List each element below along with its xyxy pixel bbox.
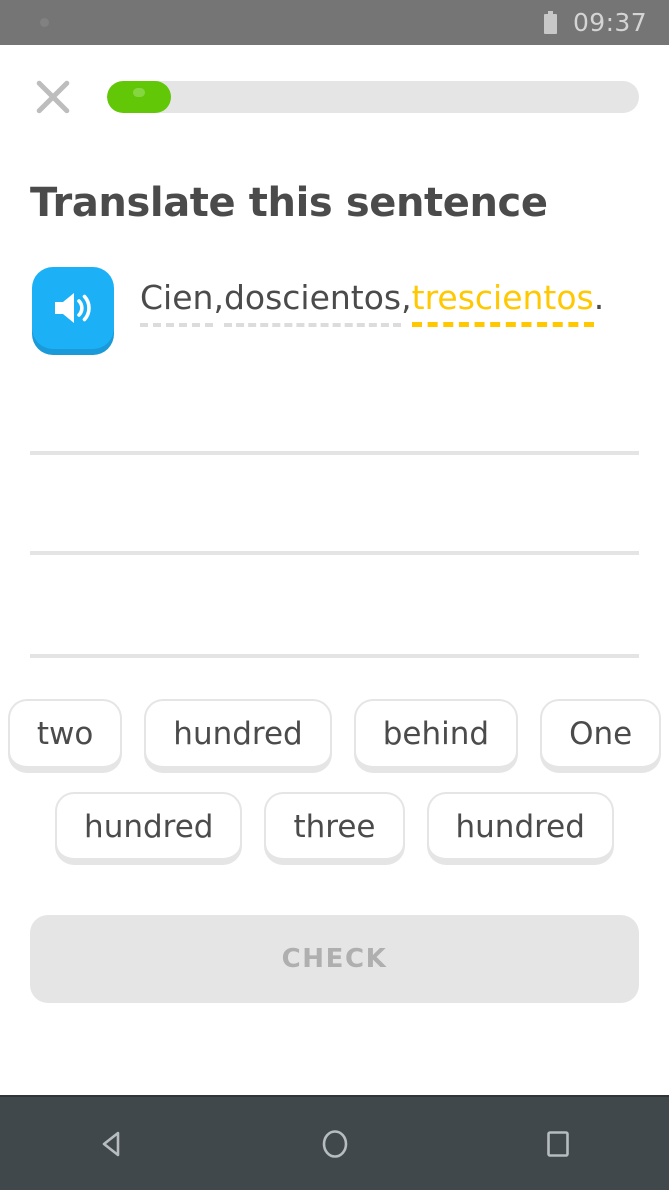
- word-tile[interactable]: behind: [353, 699, 519, 771]
- sentence-word[interactable]: doscientos: [223, 278, 402, 327]
- word-bank-row: hundred three hundred: [24, 791, 645, 864]
- answer-area[interactable]: [0, 451, 669, 658]
- nav-home-button[interactable]: [280, 1096, 390, 1191]
- word-tile[interactable]: hundred: [55, 791, 243, 864]
- sentence-row: Cien, doscientos, trescientos.: [32, 264, 669, 349]
- word-tile[interactable]: One: [540, 699, 662, 771]
- nav-back-button[interactable]: [57, 1096, 167, 1191]
- word-tile[interactable]: hundred: [426, 791, 614, 864]
- status-bar-clock: 09:37: [572, 8, 647, 37]
- word-tile[interactable]: three: [264, 791, 405, 864]
- lesson-progress-fill: [107, 80, 171, 113]
- recents-square-icon: [546, 1130, 569, 1157]
- word-bank: two hundred behind One hundred three hundred: [0, 699, 669, 864]
- page-title: Translate this sentence: [30, 180, 548, 226]
- answer-line[interactable]: [30, 654, 639, 658]
- answer-line[interactable]: [30, 451, 639, 455]
- nav-recents-button[interactable]: [503, 1096, 613, 1191]
- sentence-word[interactable]: trescientos: [411, 278, 594, 327]
- progress-shine: [132, 87, 145, 97]
- sentence-punctuation: ,: [401, 278, 412, 317]
- android-nav-bar: [0, 1095, 669, 1190]
- word-bank-row: two hundred behind One: [7, 699, 662, 771]
- prompt-sentence: Cien, doscientos, trescientos.: [140, 264, 604, 327]
- sentence-punctuation: ,: [213, 278, 224, 317]
- lesson-header: [0, 45, 669, 148]
- answer-line[interactable]: [30, 551, 639, 555]
- word-tile[interactable]: two: [7, 699, 123, 771]
- home-circle-icon: [322, 1129, 347, 1158]
- close-icon[interactable]: [30, 74, 76, 120]
- sentence-word[interactable]: Cien: [140, 278, 214, 327]
- sentence-punctuation: .: [593, 278, 605, 317]
- lesson-progress-bar: [107, 80, 639, 113]
- android-status-bar: 09:37: [0, 0, 669, 45]
- word-tile[interactable]: hundred: [144, 699, 332, 771]
- back-triangle-icon: [102, 1131, 119, 1156]
- check-button[interactable]: CHECK: [30, 915, 639, 1004]
- notification-dot-icon: [40, 18, 49, 27]
- speaker-icon[interactable]: [32, 267, 114, 349]
- battery-icon: [543, 11, 557, 34]
- status-bar-left: [18, 18, 544, 27]
